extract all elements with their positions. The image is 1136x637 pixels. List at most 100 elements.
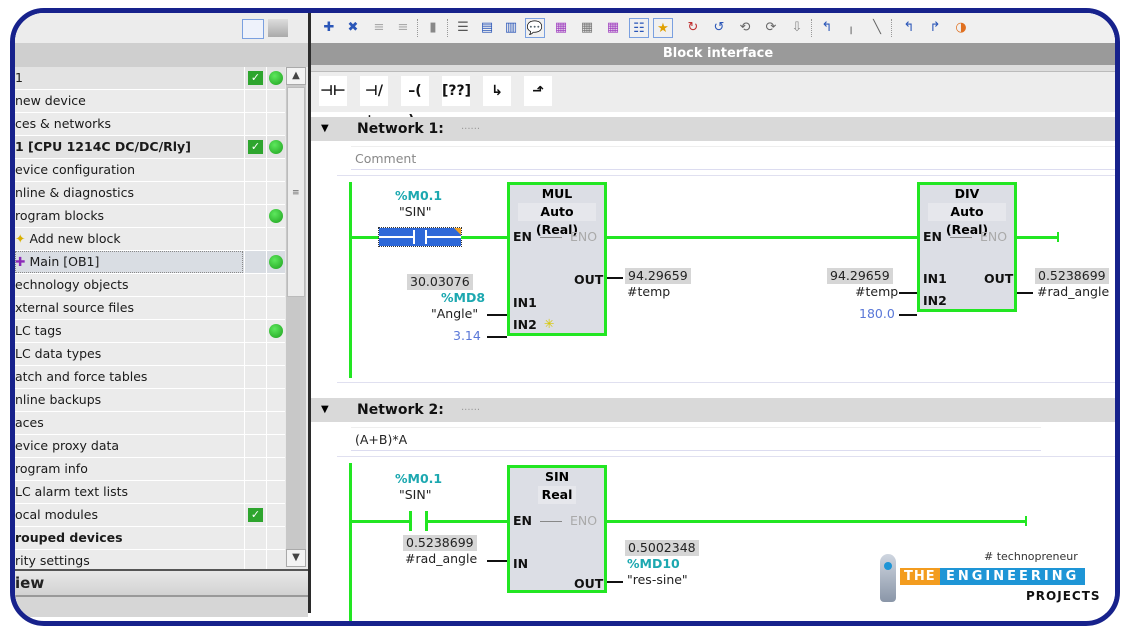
details-view-header[interactable]: iew xyxy=(15,569,308,595)
robot-mascot-icon xyxy=(880,554,896,602)
selected-no-contact[interactable] xyxy=(378,227,462,247)
tree-item[interactable]: rogram blocks xyxy=(15,205,285,228)
go-online-error-icon[interactable]: ↻ xyxy=(683,18,703,38)
reset-icon[interactable]: ▮ xyxy=(423,18,443,38)
open-networks-icon[interactable]: ▤ xyxy=(477,18,497,38)
export-table-icon[interactable] xyxy=(268,19,288,37)
network-1-comment[interactable]: Comment xyxy=(351,146,1115,170)
tree-item[interactable]: new device xyxy=(15,90,285,113)
insert-network-icon[interactable]: ✚ xyxy=(319,18,339,38)
tree-item[interactable]: evice proxy data xyxy=(15,435,285,458)
tree-item[interactable]: LC data types xyxy=(15,343,285,366)
tree-scrollbar[interactable]: ▲ ≡ ▼ xyxy=(286,67,306,567)
new-pin-star-icon[interactable]: ✳ xyxy=(544,316,554,331)
tree-item-label: LC tags xyxy=(15,320,62,342)
in1-tag[interactable]: #temp xyxy=(855,284,898,299)
add-row-icon[interactable]: ≡ xyxy=(393,18,413,38)
network-title-placeholder[interactable]: ...... xyxy=(461,396,480,420)
modify-all-icon[interactable]: ╲ xyxy=(867,18,887,38)
out-tag[interactable]: #rad_angle xyxy=(1037,284,1109,299)
collapse-arrow-icon[interactable]: ▼ xyxy=(321,117,329,141)
tree-item[interactable]: LC tags xyxy=(15,320,285,343)
mul-block[interactable]: MUL Auto (Real) EN ENO OUT IN1 IN2 ✳ xyxy=(507,182,607,336)
tree-item-text: LC data types xyxy=(15,346,102,361)
out-tag[interactable]: #temp xyxy=(627,284,670,299)
scroll-thumb[interactable]: ≡ xyxy=(287,87,305,297)
tree-item[interactable]: nline & diagnostics xyxy=(15,182,285,205)
close-networks-icon[interactable]: ▥ xyxy=(501,18,521,38)
favorites-icon[interactable]: ▦ xyxy=(551,18,571,38)
block-datatype[interactable]: Auto (Real) xyxy=(518,203,596,237)
tree-item[interactable]: echnology objects xyxy=(15,274,285,297)
in2-constant[interactable]: 3.14 xyxy=(453,328,481,343)
compare-icon[interactable]: ⟲ xyxy=(735,18,755,38)
tree-item[interactable]: ✦ Add new block xyxy=(15,228,285,251)
scroll-down-button[interactable]: ▼ xyxy=(286,549,306,567)
open-branch-button[interactable]: ↳ xyxy=(483,76,511,106)
block-datatype[interactable]: Auto (Real) xyxy=(928,203,1006,237)
in1-tag[interactable]: "Angle" xyxy=(431,306,478,321)
tree-item[interactable]: ✚ Main [OB1] xyxy=(15,251,285,274)
star-block-icon[interactable]: ★ xyxy=(653,18,673,38)
tree-item-label: ocal modules xyxy=(15,504,98,526)
wire-end-marker xyxy=(1025,516,1027,526)
tag-table-icon[interactable]: ▦ xyxy=(603,18,623,38)
monitor-on-icon[interactable]: ↰ xyxy=(817,18,837,38)
download-icon[interactable]: ⇩ xyxy=(787,18,807,38)
no-contact-left[interactable] xyxy=(409,511,412,531)
in2-constant[interactable]: 180.0 xyxy=(859,306,895,321)
list-view-icon[interactable]: ☷ xyxy=(629,18,649,38)
out-tag[interactable]: "res-sine" xyxy=(627,572,688,587)
tree-item[interactable]: rouped devices xyxy=(15,527,285,550)
block-interface-header[interactable]: Block interface xyxy=(311,43,1115,65)
tag-info-icon[interactable]: ▦ xyxy=(577,18,597,38)
modify-icon[interactable]: ╷ xyxy=(841,18,861,38)
online-status-cell xyxy=(266,527,286,549)
insert-row-icon[interactable]: ≡ xyxy=(369,18,389,38)
tree-item[interactable]: evice configuration xyxy=(15,159,285,182)
scroll-up-button[interactable]: ▲ xyxy=(286,67,306,85)
block-interface-splitter[interactable] xyxy=(311,65,1115,72)
pin-out: OUT xyxy=(574,576,604,591)
collapse-arrow-icon[interactable]: ▼ xyxy=(321,398,329,422)
monitoring-icon[interactable]: ◑ xyxy=(951,18,971,38)
tree-item[interactable]: LC alarm text lists xyxy=(15,481,285,504)
nc-contact-button[interactable]: ⊣/⊢ xyxy=(360,76,388,129)
network-title-placeholder[interactable]: ...... xyxy=(461,115,480,139)
tree-item[interactable]: atch and force tables xyxy=(15,366,285,389)
step-forward-icon[interactable]: ↱ xyxy=(925,18,945,38)
tree-item-label: xternal source files xyxy=(15,297,134,319)
network-2-header[interactable]: ▼ Network 2: ...... xyxy=(311,396,1115,422)
sin-block[interactable]: SIN Real EN ENO IN OUT xyxy=(507,465,607,593)
toolbar-separator xyxy=(447,19,449,37)
tree-item[interactable]: nline backups xyxy=(15,389,285,412)
tree-item[interactable]: aces xyxy=(15,412,285,435)
delete-network-icon[interactable]: ✖ xyxy=(343,18,363,38)
close-branch-button[interactable]: ⬏ xyxy=(524,76,552,106)
go-offline-icon[interactable]: ↺ xyxy=(709,18,729,38)
tree-item[interactable]: ces & networks xyxy=(15,113,285,136)
div-block[interactable]: DIV Auto (Real) EN ENO IN1 OUT IN2 xyxy=(917,182,1017,312)
no-contact-button[interactable]: ⊣⊢ xyxy=(319,76,347,106)
tree-item[interactable]: xternal source files xyxy=(15,297,285,320)
empty-box-button[interactable]: [??] xyxy=(442,76,471,106)
network-comments-icon[interactable]: 💬 xyxy=(525,18,545,38)
block-datatype[interactable]: Real xyxy=(538,486,576,504)
tree-item-text: atch and force tables xyxy=(15,369,148,384)
tree-item[interactable]: rogram info xyxy=(15,458,285,481)
tree-item[interactable]: 1 ✓ xyxy=(15,67,285,90)
sync-icon[interactable]: ⟳ xyxy=(761,18,781,38)
tree-item[interactable]: ocal modules ✓ xyxy=(15,504,285,527)
coil-button[interactable]: –( )– xyxy=(401,76,429,129)
in-tag[interactable]: #rad_angle xyxy=(405,551,477,566)
absolute-address-icon[interactable]: ☰ xyxy=(453,18,473,38)
network-1-header[interactable]: ▼ Network 1: ...... xyxy=(311,115,1115,141)
contact-address: %M0.1 xyxy=(395,188,443,203)
table-view-icon[interactable] xyxy=(242,19,264,39)
online-status-cell xyxy=(266,251,286,273)
tree-item[interactable]: 1 [CPU 1214C DC/DC/Rly] ✓ xyxy=(15,136,285,159)
tree-item-text: LC alarm text lists xyxy=(15,484,129,499)
online-status-cell xyxy=(266,320,286,342)
step-back-icon[interactable]: ↰ xyxy=(899,18,919,38)
network-2-comment[interactable]: (A+B)*A xyxy=(351,427,1041,451)
